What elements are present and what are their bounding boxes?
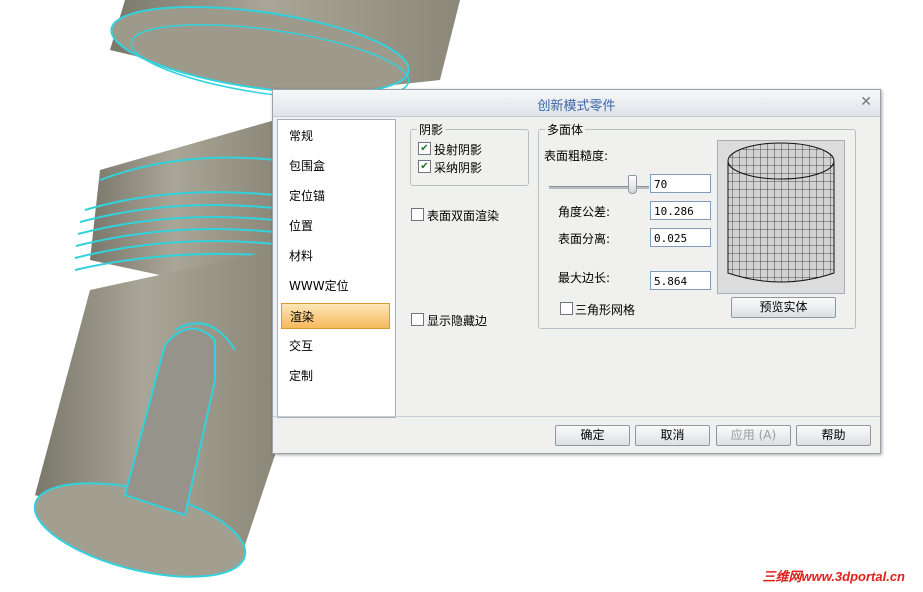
preview-image	[717, 140, 845, 294]
category-list: 常规 包围盒 定位锚 位置 材料 WWW定位 渲染 交互 定制	[277, 119, 396, 418]
roughness-label: 表面粗糙度:	[544, 149, 609, 163]
dialog-title: 创新模式零件	[537, 99, 616, 114]
double-sided-checkbox[interactable]	[411, 208, 424, 221]
nav-item-material[interactable]: 材料	[281, 243, 390, 269]
part-properties-dialog: 创新模式零件 ✕ 常规 包围盒 定位锚 位置 材料 WWW定位 渲染 交互 定制…	[272, 89, 881, 454]
max-edge-input[interactable]: 5.864	[650, 271, 711, 290]
triangle-mesh-label: 三角形网格	[575, 303, 636, 317]
watermark: 三维网www.3dportal.cn	[762, 569, 905, 584]
nav-item-bounding-box[interactable]: 包围盒	[281, 153, 390, 179]
nav-item-rendering[interactable]: 渲染	[281, 303, 390, 329]
triangle-mesh-checkbox[interactable]	[560, 302, 573, 315]
show-hidden-edges-label: 显示隐藏边	[427, 314, 488, 328]
shadow-group-legend: 阴影	[417, 121, 446, 138]
surface-separation-input[interactable]: 0.025	[650, 228, 711, 247]
cancel-button[interactable]: 取消	[635, 425, 710, 446]
surface-separation-label: 表面分离:	[558, 232, 611, 246]
footer-divider	[273, 416, 880, 417]
nav-item-www-anchor[interactable]: WWW定位	[281, 273, 390, 299]
nav-item-general[interactable]: 常规	[281, 123, 390, 149]
ok-button[interactable]: 确定	[555, 425, 630, 446]
receive-shadow-label: 采纳阴影	[434, 161, 483, 175]
dialog-titlebar[interactable]: 创新模式零件 ✕	[273, 90, 880, 117]
close-icon[interactable]: ✕	[860, 94, 872, 110]
cast-shadow-label: 投射阴影	[434, 143, 483, 157]
help-button[interactable]: 帮助	[796, 425, 871, 446]
nav-item-anchor[interactable]: 定位锚	[281, 183, 390, 209]
max-edge-label: 最大边长:	[558, 271, 611, 285]
nav-item-interaction[interactable]: 交互	[281, 333, 390, 359]
double-sided-label: 表面双面渲染	[427, 209, 500, 223]
nav-item-custom[interactable]: 定制	[281, 363, 390, 389]
receive-shadow-checkbox[interactable]: ✔	[418, 160, 431, 173]
polyhedron-group-legend: 多面体	[545, 121, 586, 138]
nav-item-position[interactable]: 位置	[281, 213, 390, 239]
apply-button[interactable]: 应用 (A)	[716, 425, 791, 446]
angle-tolerance-label: 角度公差:	[558, 205, 611, 219]
show-hidden-edges-checkbox[interactable]	[411, 313, 424, 326]
angle-tolerance-input[interactable]: 10.286	[650, 201, 711, 220]
preview-solid-button[interactable]: 预览实体	[731, 297, 836, 318]
cast-shadow-checkbox[interactable]: ✔	[418, 142, 431, 155]
roughness-input[interactable]: 70	[650, 174, 711, 193]
roughness-slider-thumb[interactable]	[628, 175, 637, 194]
